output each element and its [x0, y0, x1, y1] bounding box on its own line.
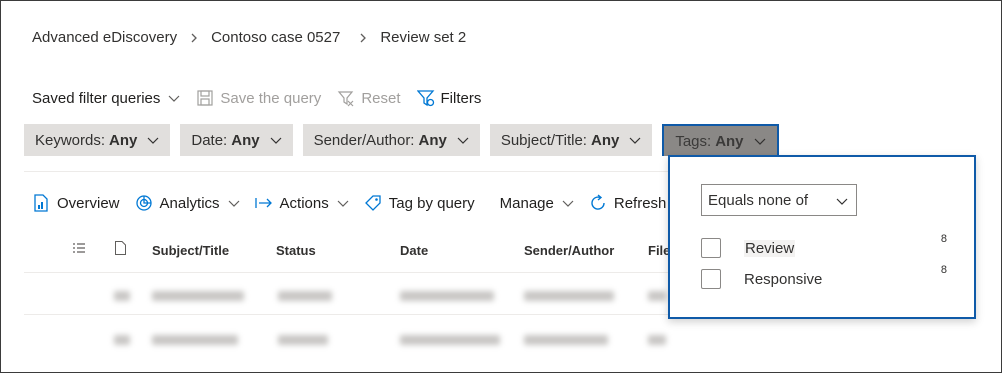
filters-button[interactable]: Filters: [416, 89, 482, 107]
manage-label: Manage: [499, 194, 554, 212]
clear-filter-icon: [337, 89, 355, 107]
tag-operator-select[interactable]: Equals none of: [701, 184, 857, 216]
tag-option-label: Responsive: [744, 270, 823, 288]
arrow-right-icon: [254, 194, 273, 212]
date-filter[interactable]: Date: Any: [180, 124, 293, 156]
tag-by-query-button[interactable]: Tag by query: [364, 194, 475, 212]
table-header: Subject/Title Status Date Sender/Author …: [0, 238, 670, 264]
analytics-label: Analytics: [159, 194, 220, 212]
keywords-filter-value: Any: [109, 131, 138, 149]
subject-title-filter-value: Any: [590, 131, 620, 149]
chevron-right-icon: [189, 33, 199, 43]
save-icon: [196, 89, 214, 107]
tag-operator-value: Equals none of: [708, 191, 809, 209]
keywords-filter-label: Keywords:: [35, 131, 106, 149]
sender-author-filter-label: Sender/Author:: [313, 131, 415, 149]
overview-label: Overview: [57, 194, 120, 212]
chevron-down-icon: [754, 135, 766, 147]
filters-label: Filters: [440, 89, 482, 107]
save-query-button[interactable]: Save the query: [196, 89, 321, 107]
actions-label: Actions: [279, 194, 329, 212]
keywords-filter[interactable]: Keywords: Any: [24, 124, 171, 156]
saved-filter-queries-button[interactable]: Saved filter queries: [32, 90, 180, 107]
table-row[interactable]: [0, 330, 668, 350]
chevron-down-icon: [629, 134, 641, 146]
tags-filter[interactable]: Tags: Any: [662, 124, 779, 156]
chevron-down-icon: [562, 197, 574, 209]
chevron-down-icon: [337, 197, 349, 209]
toolbar-divider: [24, 171, 670, 172]
tags-filter-label: Tags:: [675, 132, 712, 150]
date-filter-label: Date:: [191, 131, 228, 149]
chevron-down-icon: [147, 134, 159, 146]
row-divider: [24, 272, 668, 273]
breadcrumb: Advanced eDiscovery Contoso case 0527 Re…: [32, 29, 466, 46]
subject-title-filter-label: Subject/Title:: [500, 131, 587, 149]
tag-icon: [364, 194, 382, 212]
overview-chart-icon: [32, 194, 50, 212]
tags-filter-value: Any: [715, 132, 744, 150]
column-header-status[interactable]: Status: [276, 243, 316, 258]
tags-filter-panel: Equals none of Review 8 Responsive 8: [668, 155, 976, 319]
subject-title-filter[interactable]: Subject/Title: Any: [489, 124, 653, 156]
manage-button[interactable]: Manage: [500, 195, 574, 212]
sender-author-filter[interactable]: Sender/Author: Any: [302, 124, 480, 156]
breadcrumb-review-set: Review set 2: [380, 29, 467, 46]
action-toolbar: Overview Analytics Actions Tag by query …: [32, 191, 681, 215]
overview-button[interactable]: Overview: [32, 194, 120, 212]
tag-option-responsive[interactable]: Responsive 8: [701, 264, 947, 290]
tag-checkbox[interactable]: [701, 238, 721, 258]
saved-filter-queries-label: Saved filter queries: [32, 89, 161, 107]
tag-option-label: Review: [744, 239, 796, 257]
chevron-right-icon: [358, 33, 368, 43]
date-filter-value: Any: [231, 131, 260, 149]
analytics-button[interactable]: Analytics: [135, 194, 240, 212]
breadcrumb-advanced-ediscovery[interactable]: Advanced eDiscovery: [32, 29, 177, 46]
refresh-label: Refresh: [613, 194, 667, 212]
chevron-down-icon: [836, 195, 848, 207]
tag-option-count: 8: [940, 233, 947, 245]
query-toolbar: Saved filter queries Save the query Rese…: [32, 87, 497, 109]
save-query-label: Save the query: [220, 89, 322, 107]
chevron-down-icon: [168, 92, 180, 104]
file-type-icon[interactable]: [115, 241, 126, 258]
refresh-icon: [589, 194, 607, 212]
reset-button[interactable]: Reset: [337, 89, 401, 107]
tag-option-count: 8: [940, 264, 947, 276]
refresh-button[interactable]: Refresh: [589, 194, 667, 212]
chevron-down-icon: [228, 197, 240, 209]
row-divider: [24, 314, 668, 315]
filter-settings-icon: [416, 89, 435, 107]
breadcrumb-case[interactable]: Contoso case 0527: [211, 29, 340, 46]
tag-by-query-label: Tag by query: [388, 194, 475, 212]
analytics-icon: [135, 194, 153, 212]
column-header-subject-title[interactable]: Subject/Title: [152, 243, 229, 258]
chevron-down-icon: [457, 134, 469, 146]
reset-label: Reset: [361, 89, 401, 107]
column-header-sender-author[interactable]: Sender/Author: [524, 243, 614, 258]
list-icon[interactable]: [73, 242, 85, 257]
tag-checkbox[interactable]: [701, 269, 721, 289]
tag-option-review[interactable]: Review 8: [701, 233, 947, 259]
actions-button[interactable]: Actions: [254, 194, 349, 212]
filter-pills: Keywords: Any Date: Any Sender/Author: A…: [24, 124, 789, 156]
column-header-date[interactable]: Date: [400, 243, 428, 258]
sender-author-filter-value: Any: [418, 131, 447, 149]
chevron-down-icon: [270, 134, 282, 146]
table-row[interactable]: [0, 286, 668, 306]
